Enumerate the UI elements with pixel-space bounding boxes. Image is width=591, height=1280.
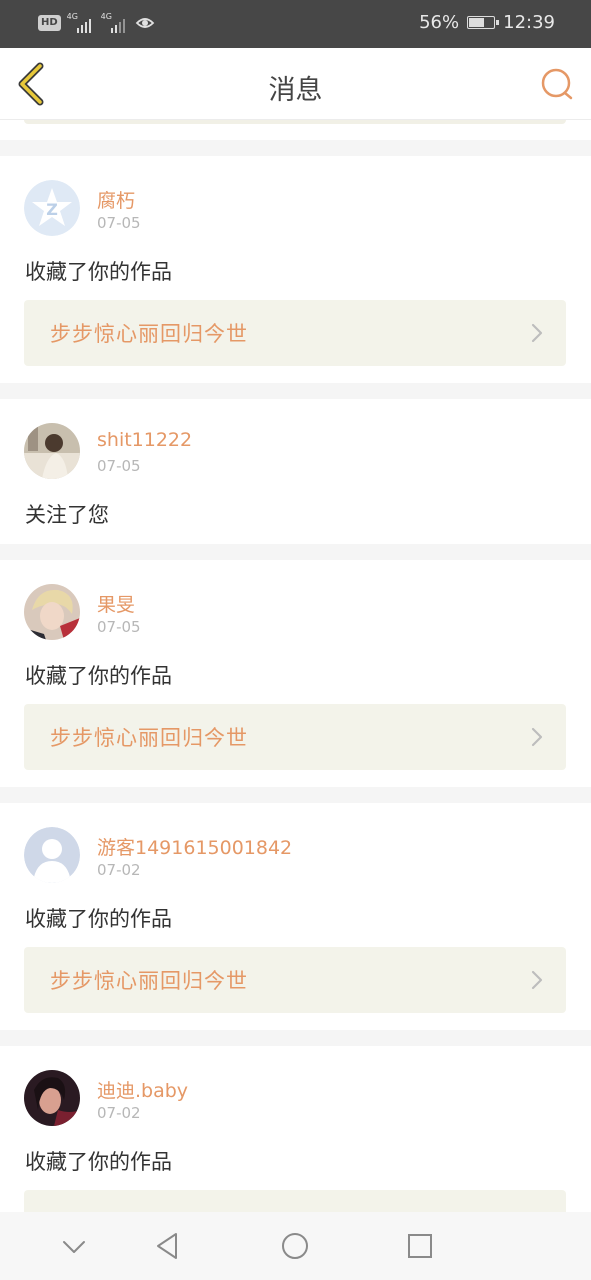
guest-default-avatar-icon	[24, 827, 80, 883]
top-nav-bar: 消息	[0, 48, 591, 120]
message-date: 07-02	[97, 861, 141, 879]
user-photo-avatar-icon	[24, 1070, 80, 1126]
action-text: 收藏了你的作品	[25, 260, 172, 284]
clock: 12:39	[503, 12, 555, 33]
user-photo-avatar-icon	[24, 423, 80, 479]
work-title: 步步惊心丽回归今世	[50, 726, 248, 750]
work-title: 步步惊心丽回归今世	[50, 322, 248, 346]
work-link[interactable]: 步步惊心丽回归今世	[24, 947, 566, 1013]
battery-percent: 56%	[419, 12, 460, 33]
avatar[interactable]	[24, 827, 80, 883]
square-recents-icon[interactable]	[404, 1230, 436, 1262]
circle-home-icon[interactable]	[279, 1230, 311, 1262]
status-left: HD 4G 4G	[38, 12, 155, 33]
chevron-down-icon[interactable]	[58, 1230, 90, 1262]
signal-icon: 4G	[101, 12, 129, 33]
username[interactable]: 迪迪.baby	[97, 1076, 188, 1103]
system-navigation-bar	[0, 1212, 591, 1280]
message-date: 07-05	[97, 457, 141, 475]
action-text: 关注了您	[25, 503, 109, 527]
work-title: 步步惊心丽回归今世	[50, 969, 248, 993]
battery-icon	[467, 16, 500, 29]
signal-icon: 4G	[67, 12, 95, 33]
message-card: 果旻 07-05 收藏了你的作品 步步惊心丽回归今世	[0, 560, 591, 787]
avatar[interactable]	[24, 1070, 80, 1126]
message-date: 07-05	[97, 214, 141, 232]
avatar[interactable]	[24, 584, 80, 640]
username[interactable]: 果旻	[97, 590, 135, 617]
avatar[interactable]	[24, 423, 80, 479]
message-date: 07-05	[97, 618, 141, 636]
message-card: 游客1491615001842 07-02 收藏了你的作品 步步惊心丽回归今世	[0, 803, 591, 1030]
action-text: 收藏了你的作品	[25, 664, 172, 688]
action-text: 收藏了你的作品	[25, 907, 172, 931]
chevron-right-icon	[531, 323, 543, 343]
svg-text:Z: Z	[46, 200, 58, 219]
avatar[interactable]: Z	[24, 180, 80, 236]
work-link[interactable]: 步步惊心丽回归今世	[24, 704, 566, 770]
search-icon[interactable]	[539, 66, 575, 102]
user-photo-avatar-icon	[24, 584, 80, 640]
message-card: Z 腐朽 07-05 收藏了你的作品 步步惊心丽回归今世	[0, 156, 591, 383]
chevron-right-icon	[531, 970, 543, 990]
qq-default-avatar-icon: Z	[24, 180, 80, 236]
message-date: 07-02	[97, 1104, 141, 1122]
message-card: shit11222 07-05 关注了您	[0, 399, 591, 544]
username[interactable]: shit11222	[97, 429, 192, 451]
chevron-right-icon	[531, 727, 543, 747]
hd-badge: HD	[38, 15, 61, 31]
previous-work-link[interactable]	[24, 120, 566, 124]
username[interactable]: 游客1491615001842	[97, 833, 292, 860]
status-bar: HD 4G 4G 56% 12:39	[0, 0, 591, 48]
eye-icon	[135, 18, 154, 28]
status-right: 56% 12:39	[419, 12, 555, 33]
action-text: 收藏了你的作品	[25, 1150, 172, 1174]
work-link[interactable]: 步步惊心丽回归今世	[24, 300, 566, 366]
page-title: 消息	[268, 75, 323, 106]
triangle-back-icon[interactable]	[152, 1230, 184, 1262]
username[interactable]: 腐朽	[97, 186, 135, 213]
